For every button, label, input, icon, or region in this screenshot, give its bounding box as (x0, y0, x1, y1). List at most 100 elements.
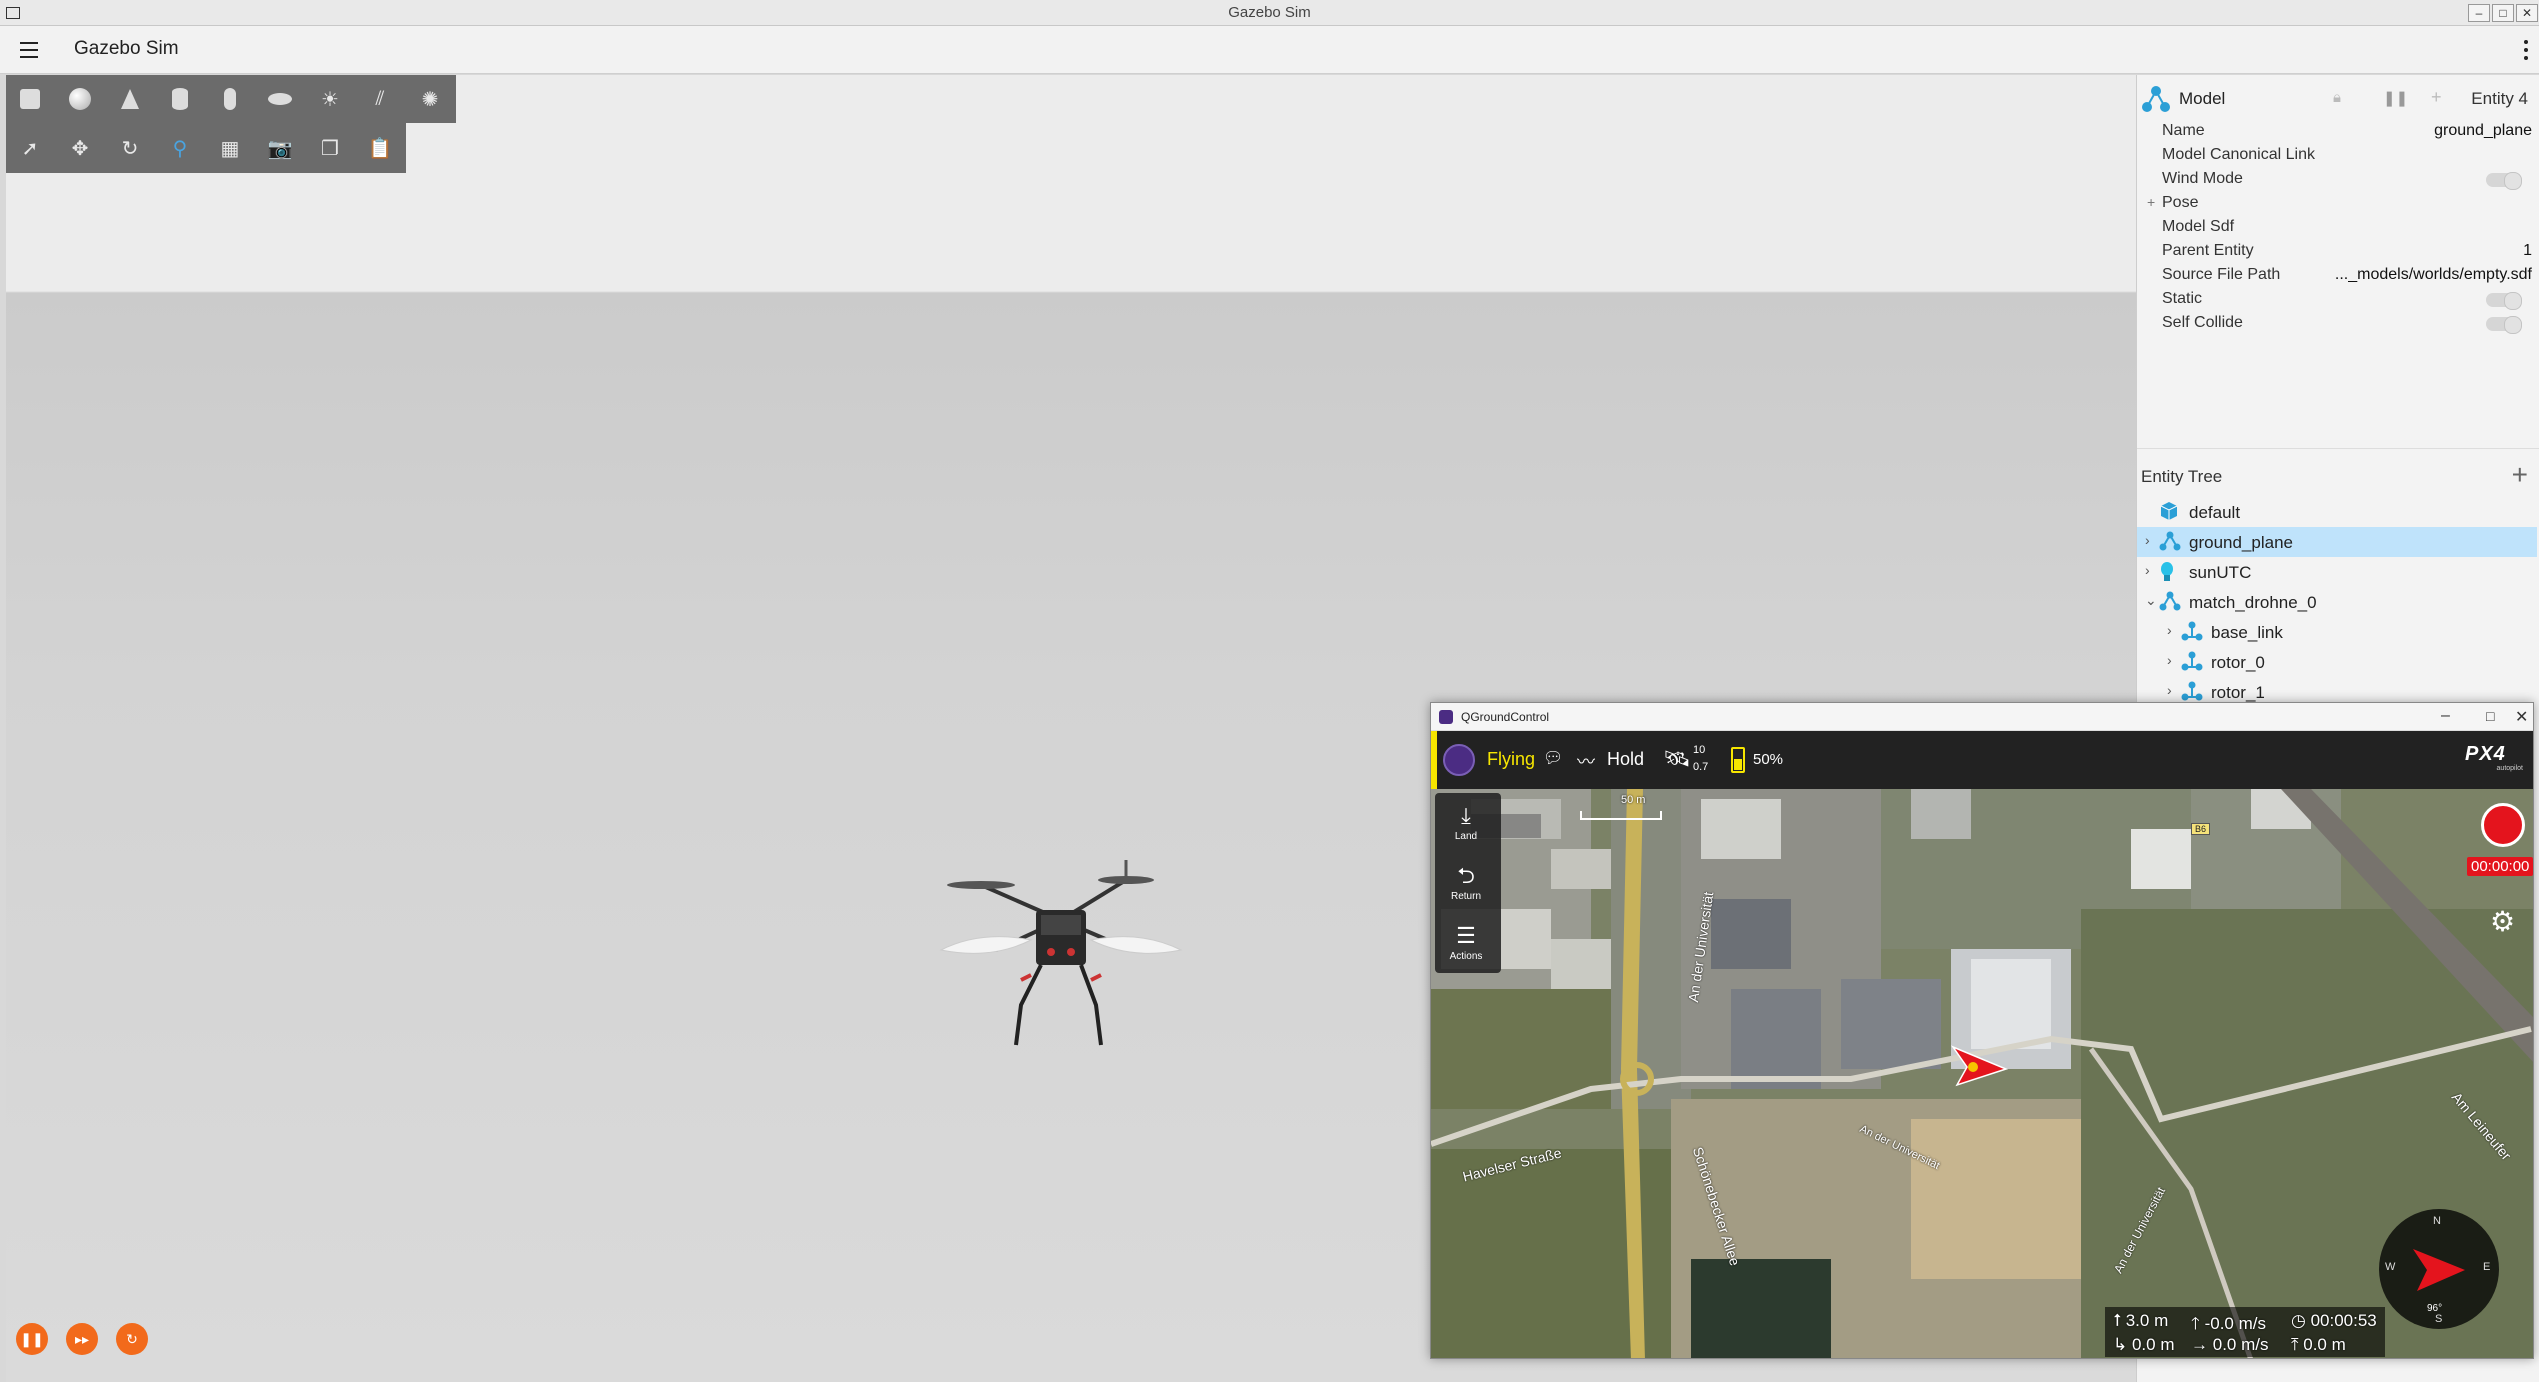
expand-arrow-icon[interactable]: › (2145, 532, 2150, 548)
return-button[interactable]: ⮌ Return (1435, 855, 1497, 913)
translate-icon[interactable]: ✥ (64, 132, 96, 164)
inspector-row[interactable]: + Pose (2147, 191, 2532, 215)
model-icon (2159, 531, 2181, 553)
qgc-logo-icon[interactable] (1443, 744, 1475, 776)
qgc-minimize-button[interactable]: – (2441, 707, 2450, 725)
window-title: Gazebo Sim (1228, 4, 1311, 21)
messages-icon[interactable]: 💬︎ (1543, 748, 1563, 768)
inspector-key: Pose (2162, 194, 2199, 211)
entity-tree-item[interactable]: › ground_plane (2137, 527, 2537, 557)
capsule-icon[interactable] (214, 83, 246, 115)
lock-icon[interactable]: 🔒︎ (2333, 89, 2341, 106)
qgc-satellite-map[interactable]: 50 m B6 An der Universität Schönebecker … (1431, 789, 2533, 1358)
expand-arrow-icon[interactable]: ⌄ (2145, 592, 2157, 609)
qgroundcontrol-window: QGroundControl – □ ✕ Flying 💬︎ 〰 Hold 🛰︎… (1430, 702, 2534, 1359)
flight-mode[interactable]: Hold (1607, 749, 1644, 770)
app-title: Gazebo Sim (74, 38, 179, 59)
snap-icon[interactable]: ⚲ (164, 132, 196, 164)
add-component-icon[interactable]: + (2431, 87, 2442, 108)
pause-button[interactable]: ❚❚ (16, 1323, 48, 1355)
link-icon (2181, 621, 2203, 643)
return-icon: ⮌ (1457, 863, 1475, 888)
point-light-icon[interactable]: ☀ (314, 83, 346, 115)
inspector-value: ground_plane (2434, 122, 2532, 139)
inspector-key: Source File Path (2162, 266, 2281, 283)
record-button[interactable] (2481, 803, 2525, 847)
qgc-close-button[interactable]: ✕ (2515, 707, 2528, 727)
model-icon (2142, 86, 2170, 112)
land-icon: ⤓ (1461, 803, 1471, 828)
menu-icon: ☰ (1456, 923, 1476, 948)
link-icon (2181, 681, 2203, 703)
drone-model[interactable] (921, 790, 1201, 1060)
entity-id-label: Entity 4 (2471, 89, 2528, 108)
select-icon[interactable]: ➚ (14, 132, 46, 164)
ellipsoid-icon[interactable] (264, 83, 296, 115)
settings-gear-icon[interactable]: ⚙ (2490, 905, 2515, 938)
step-button[interactable]: ▸▸ (66, 1323, 98, 1355)
entity-tree-item[interactable]: › rotor_0 (2137, 647, 2537, 677)
transform-toolbar: ➚ ✥ ↻ ⚲ ▦ 📷 ❐ 📋 (6, 123, 406, 173)
gps-satellite-icon[interactable]: 🛰︎ (1663, 746, 1691, 772)
entity-tree-item[interactable]: › sunUTC (2137, 557, 2537, 587)
maximize-button[interactable]: □ (2492, 4, 2514, 22)
inspector-key: Model Sdf (2162, 218, 2235, 235)
entity-tree-label: sunUTC (2189, 563, 2252, 582)
pause-updates-icon[interactable]: ❚❚ (2383, 89, 2408, 107)
minimize-button[interactable]: – (2468, 4, 2490, 22)
entity-tree-label: rotor_1 (2211, 683, 2265, 702)
px4-brand-logo: PX4 autopilot (2465, 743, 2523, 772)
grid-icon[interactable]: ▦ (214, 132, 246, 164)
paste-icon[interactable]: 📋 (364, 132, 396, 164)
entity-tree-label: base_link (2211, 623, 2283, 642)
flight-mode-icon: 〰 (1577, 752, 1595, 772)
expand-icon[interactable]: + (2147, 194, 2155, 210)
cone-icon[interactable] (114, 83, 146, 115)
entity-tree-item[interactable]: ⌄ match_drohne_0 (2137, 587, 2537, 617)
toggle-switch[interactable] (2486, 292, 2522, 310)
toggle-switch[interactable] (2486, 172, 2522, 190)
flight-status[interactable]: Flying (1487, 749, 1535, 770)
hamburger-menu-icon[interactable] (20, 42, 38, 58)
box-icon[interactable] (14, 83, 46, 115)
light-bulb-icon (2159, 561, 2181, 583)
world-cube-icon (2159, 501, 2181, 523)
battery-icon[interactable] (1731, 747, 1745, 773)
copy-icon[interactable]: ❐ (314, 132, 346, 164)
ground-speed-value: → 0.0 m/s (2191, 1335, 2269, 1354)
expand-arrow-icon[interactable]: › (2167, 682, 2172, 698)
directional-light-icon[interactable]: ⫽ (364, 83, 396, 115)
entity-tree-item[interactable]: › base_link (2137, 617, 2537, 647)
cylinder-icon[interactable] (164, 83, 196, 115)
expand-arrow-icon[interactable]: › (2145, 562, 2150, 578)
inspector-row[interactable]: Self Collide (2162, 311, 2532, 335)
gps-hdop: 0.7 (1693, 761, 1709, 773)
vehicle-arrow-icon[interactable] (1951, 1039, 2011, 1089)
entity-tree-add-button[interactable]: + (2512, 459, 2528, 491)
inspector-row: Model Sdf (2162, 215, 2532, 239)
shapes-toolbar: ☀ ⫽ ✺ (6, 75, 456, 123)
link-icon (2181, 651, 2203, 673)
close-button[interactable]: ✕ (2516, 4, 2538, 22)
inspector-row[interactable]: Static (2162, 287, 2532, 311)
land-button[interactable]: ⤓ Land (1435, 795, 1497, 853)
screenshot-icon[interactable]: 📷 (264, 132, 296, 164)
entity-tree-item[interactable]: default (2137, 497, 2537, 527)
entity-tree-label: rotor_0 (2211, 653, 2265, 672)
altitude-value: ⭡ 3.0 m (2113, 1311, 2169, 1330)
expand-arrow-icon[interactable]: › (2167, 622, 2172, 638)
kebab-menu-icon[interactable] (2524, 40, 2528, 60)
inspector-row[interactable]: Wind Mode (2162, 167, 2532, 191)
qgc-maximize-button[interactable]: □ (2486, 708, 2494, 724)
reset-button[interactable]: ↻ (116, 1323, 148, 1355)
inspector-key: Wind Mode (2162, 170, 2243, 187)
rotate-icon[interactable]: ↻ (114, 132, 146, 164)
inspector-key: Static (2162, 290, 2203, 307)
actions-button[interactable]: ☰ Actions (1435, 915, 1497, 973)
entity-tree-label: ground_plane (2189, 533, 2293, 552)
sphere-icon[interactable] (64, 83, 96, 115)
spot-light-icon[interactable]: ✺ (414, 83, 446, 115)
expand-arrow-icon[interactable]: › (2167, 652, 2172, 668)
toggle-switch[interactable] (2486, 316, 2522, 334)
inspector-value: ..._models/worlds/empty.sdf (2334, 266, 2532, 283)
